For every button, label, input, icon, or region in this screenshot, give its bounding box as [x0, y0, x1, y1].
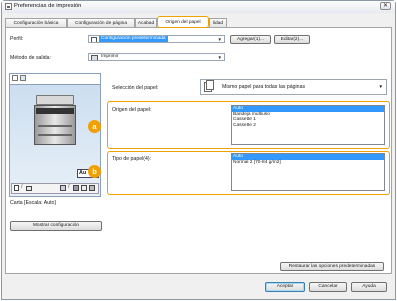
duplex-icon[interactable]	[26, 186, 32, 191]
printer-icon	[91, 55, 98, 60]
printer-panel-icon	[36, 108, 74, 114]
separator-icon: /	[21, 184, 23, 190]
booklet-icon[interactable]	[81, 185, 87, 191]
window-title: Preferencias de impresión	[14, 3, 82, 9]
show-configuration-button[interactable]: Mostrar configuración	[10, 221, 102, 231]
printer-tray-icon	[38, 125, 72, 127]
output-method-label: Método de salida:	[10, 55, 51, 61]
printer-app-icon	[5, 3, 12, 10]
paper-selection-dropdown[interactable]: Mismo papel para todas las páginas ▼	[200, 79, 387, 95]
profile-icon	[91, 37, 97, 42]
paper-type-label: Tipo de papel(4):	[112, 156, 152, 162]
profile-label: Perfil:	[10, 36, 24, 42]
profile-dropdown[interactable]: Configuración predeterminada ▼	[88, 35, 225, 43]
paper-stack-icon	[206, 80, 214, 90]
separator-icon: /	[68, 184, 70, 190]
preview-caption: Carta [Escala: Auto]	[10, 200, 56, 206]
printer-scanner-icon	[36, 95, 74, 105]
chevron-down-icon: ▼	[217, 37, 222, 42]
page-icon[interactable]	[14, 185, 19, 191]
paper-source-list[interactable]: Auto Bandeja multiuso Cassette 1 Cassett…	[231, 105, 385, 145]
help-button[interactable]: Ayuda	[351, 282, 387, 292]
output-method-dropdown[interactable]: Imprimir ▼	[88, 53, 225, 61]
add-profile-button[interactable]: Agregar(1)...	[230, 35, 271, 44]
chevron-down-icon: ▼	[378, 84, 383, 89]
paper-selection-label: Selección del papel:	[112, 85, 159, 91]
edit-profile-button[interactable]: Editar(2)...	[274, 35, 310, 44]
layout-icon[interactable]	[73, 185, 79, 191]
output-method-value: Imprimir	[101, 54, 119, 59]
finishing-icon[interactable]	[89, 185, 95, 191]
callout-badge-b: b	[88, 165, 101, 178]
callout-badge-a: a	[88, 120, 101, 133]
tab-page-setup[interactable]: Configuración de página	[67, 18, 135, 27]
accept-button[interactable]: Aceptar	[265, 282, 305, 292]
profile-value: Configuración predeterminada	[99, 36, 168, 42]
tab-paper-source[interactable]: Origen del papel	[157, 16, 209, 28]
preview-mode-icon[interactable]	[20, 75, 26, 81]
tab-basic-settings[interactable]: Configuración básica	[5, 18, 67, 27]
chevron-down-icon: ▼	[217, 55, 222, 60]
paper-source-item-cassette-2[interactable]: Cassette 2	[232, 123, 384, 129]
tab-quality[interactable]: lidad	[209, 18, 227, 27]
cancel-button[interactable]: Cancelar	[309, 282, 347, 292]
staple-icon[interactable]	[60, 185, 66, 191]
paper-type-list[interactable]: Auto Normal 2 [70-84 g/m2]	[231, 153, 385, 191]
tab-finishing[interactable]: Acabad	[135, 18, 157, 27]
printer-tray-icon	[38, 134, 72, 136]
paper-source-label: Origen del papel:	[112, 107, 152, 113]
restore-defaults-button[interactable]: Restaurar las opciones predeterminadas	[280, 262, 384, 271]
close-icon[interactable]: ✕	[380, 2, 391, 10]
preview-toggle-icon[interactable]	[12, 75, 18, 81]
paper-type-item-plain-2[interactable]: Normal 2 [70-84 g/m2]	[232, 160, 384, 166]
paper-selection-value: Mismo papel para todas las páginas	[222, 84, 306, 90]
